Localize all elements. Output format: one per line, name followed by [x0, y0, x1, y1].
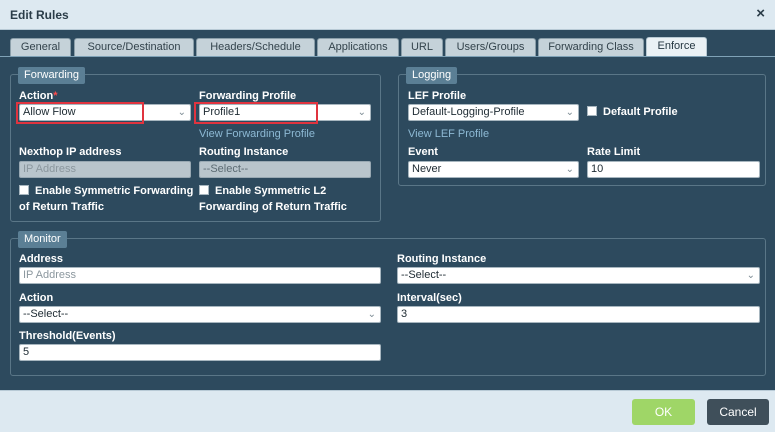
tab-enforce[interactable]: Enforce	[646, 37, 707, 57]
lef-profile-select[interactable]: Default-Logging-Profile ⌄	[408, 104, 579, 121]
lef-profile-label: LEF Profile	[408, 90, 467, 102]
dialog-footer: OK Cancel	[0, 390, 775, 432]
chevron-down-icon: ⌄	[565, 164, 574, 175]
symmetric-forwarding-checkbox[interactable]	[19, 185, 29, 196]
forwarding-legend: Forwarding	[18, 67, 86, 84]
rate-limit-value: 10	[591, 163, 604, 175]
action-highlight-box	[16, 102, 144, 124]
monitor-action-value: --Select--	[23, 308, 69, 320]
chevron-down-icon: ⌄	[746, 270, 755, 281]
tab-applications[interactable]: Applications	[317, 38, 399, 56]
symmetric-forwarding-label: Enable Symmetric Forwarding	[35, 185, 194, 197]
interval-input[interactable]: 3	[397, 306, 760, 323]
symmetric-forwarding-option: Enable Symmetric Forwarding	[19, 183, 193, 199]
close-icon[interactable]: ×	[756, 5, 765, 23]
monitor-legend: Monitor	[18, 231, 67, 248]
event-select[interactable]: Never ⌄	[408, 161, 579, 178]
monitor-address-label: Address	[19, 253, 64, 265]
threshold-value: 5	[23, 346, 30, 358]
monitor-routing-instance-label: Routing Instance	[397, 253, 487, 265]
cancel-button[interactable]: Cancel	[707, 399, 769, 425]
threshold-input[interactable]: 5	[19, 344, 381, 361]
profile-highlight-box	[194, 102, 318, 124]
threshold-label: Threshold(Events)	[19, 330, 116, 342]
tab-source-destination[interactable]: Source/Destination	[74, 38, 194, 56]
routing-instance-value: --Select--	[203, 163, 249, 175]
monitor-routing-instance-select[interactable]: --Select-- ⌄	[397, 267, 760, 284]
monitor-routing-instance-value: --Select--	[401, 269, 447, 281]
view-forwarding-profile-link[interactable]: View Forwarding Profile	[199, 128, 315, 140]
default-profile-label: Default Profile	[603, 106, 678, 118]
nexthop-label: Nexthop IP address	[19, 146, 122, 158]
dialog-title: Edit Rules	[10, 8, 69, 22]
tab-url[interactable]: URL	[401, 38, 443, 56]
interval-label: Interval(sec)	[397, 292, 462, 304]
symmetric-l2-label-line2: Forwarding of Return Traffic	[199, 201, 347, 213]
symmetric-l2-option: Enable Symmetric L2	[199, 183, 326, 199]
tab-general[interactable]: General	[10, 38, 71, 56]
chevron-down-icon: ⌄	[565, 107, 574, 118]
action-label-text: Action	[19, 90, 54, 102]
tab-forwarding-class[interactable]: Forwarding Class	[538, 38, 644, 56]
default-profile-checkbox[interactable]	[587, 106, 597, 117]
monitor-address-input[interactable]: IP Address	[19, 267, 381, 284]
required-mark: *	[53, 90, 58, 102]
rate-limit-input[interactable]: 10	[587, 161, 760, 178]
default-profile-option: Default Profile	[587, 104, 678, 120]
monitor-address-placeholder: IP Address	[23, 269, 76, 281]
rate-limit-label: Rate Limit	[587, 146, 641, 158]
ok-button[interactable]: OK	[632, 399, 695, 425]
chevron-down-icon: ⌄	[367, 309, 376, 320]
nexthop-ip-placeholder: IP Address	[23, 163, 76, 175]
tab-headers-schedule[interactable]: Headers/Schedule	[196, 38, 315, 56]
dialog-titlebar: Edit Rules ×	[0, 0, 775, 30]
view-lef-profile-link[interactable]: View LEF Profile	[408, 128, 489, 140]
monitor-action-label: Action	[19, 292, 54, 304]
monitor-action-select[interactable]: --Select-- ⌄	[19, 306, 381, 323]
nexthop-ip-input[interactable]: IP Address	[19, 161, 191, 178]
symmetric-l2-checkbox[interactable]	[199, 185, 209, 196]
logging-legend: Logging	[406, 67, 458, 84]
interval-value: 3	[401, 308, 408, 320]
event-label: Event	[408, 146, 438, 158]
event-value: Never	[412, 163, 442, 175]
symmetric-forwarding-label-line2: of Return Traffic	[19, 201, 104, 213]
routing-instance-label: Routing Instance	[199, 146, 289, 158]
chevron-down-icon: ⌄	[177, 107, 186, 118]
symmetric-l2-label: Enable Symmetric L2	[215, 185, 327, 197]
routing-instance-select[interactable]: --Select--	[199, 161, 371, 178]
lef-profile-value: Default-Logging-Profile	[412, 106, 525, 118]
tab-users-groups[interactable]: Users/Groups	[445, 38, 536, 56]
tab-divider	[0, 56, 775, 57]
chevron-down-icon: ⌄	[357, 107, 366, 118]
